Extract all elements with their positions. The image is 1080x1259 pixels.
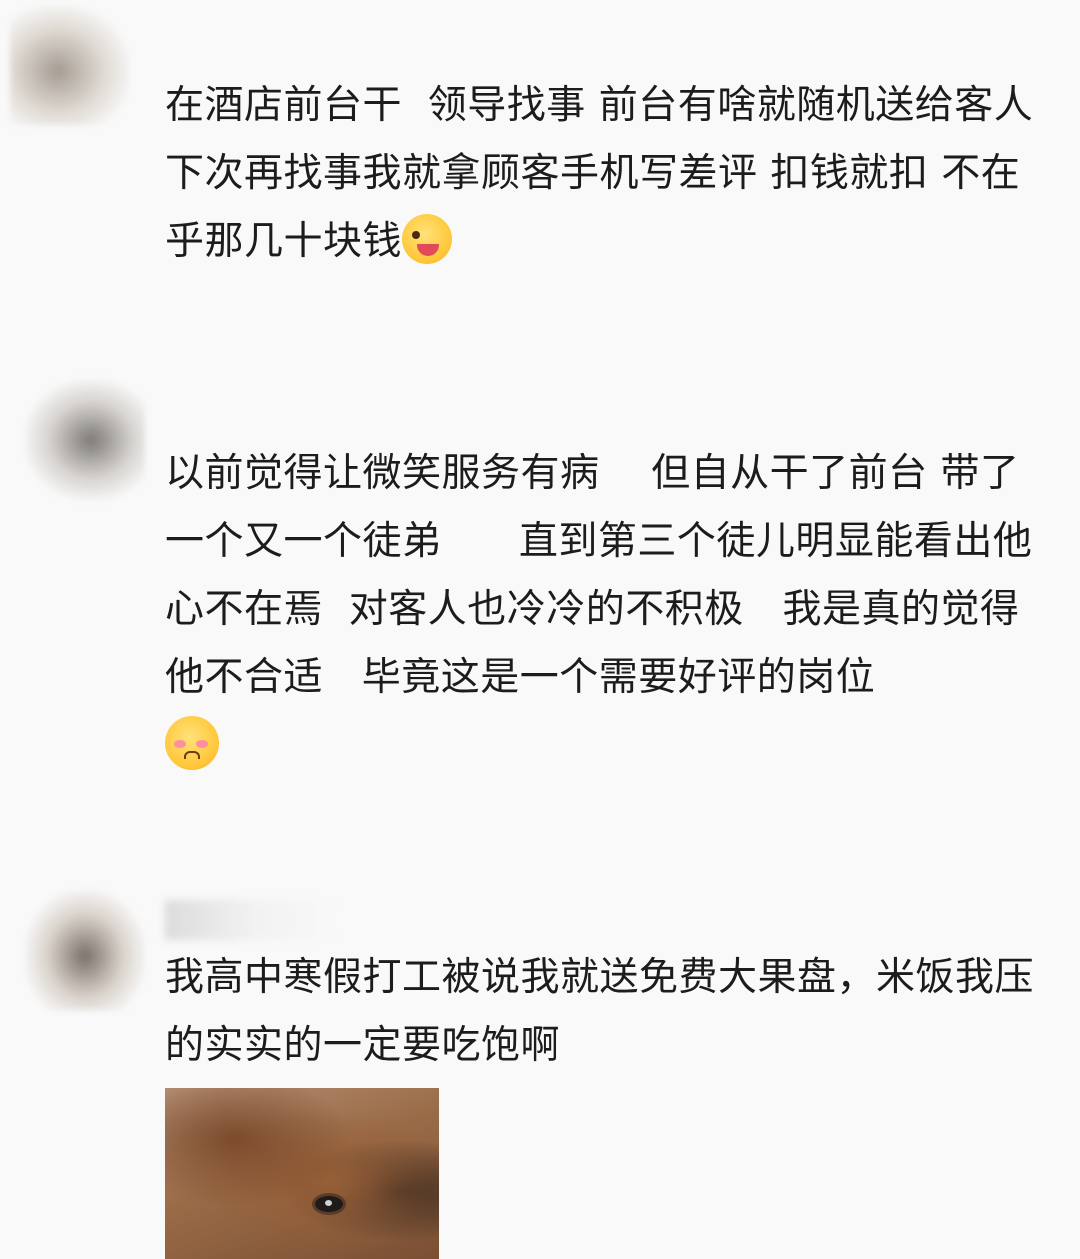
comment-text: 以前觉得让微笑服务有病 但自从干了前台 带了一个又一个徒弟 直到第三个徒儿明显能… xyxy=(165,451,1033,700)
wink-tongue-emoji-icon xyxy=(402,214,453,264)
username-blurred xyxy=(165,900,335,940)
pleading-blush-emoji-icon xyxy=(165,716,219,770)
comment-text: 在酒店前台干 领导找事 前台有啥就随机送给客人 下次再找事我就拿顾客手机写差评 … xyxy=(165,72,1035,276)
comment-text-content: 在酒店前台干 领导找事 前台有啥就随机送给客人 下次再找事我就拿顾客手机写差评 … xyxy=(165,83,1072,264)
avatar[interactable] xyxy=(10,5,130,125)
dog-eye xyxy=(315,1196,343,1212)
avatar[interactable] xyxy=(25,890,145,1010)
comment-text: 我高中寒假打工被说我就送免费大果盘，米饭我压的实实的一定要吃饱啊 xyxy=(165,955,1035,1068)
emoji-line xyxy=(165,716,219,770)
dog-photo-image[interactable] xyxy=(165,1088,439,1259)
avatar[interactable] xyxy=(25,380,145,500)
